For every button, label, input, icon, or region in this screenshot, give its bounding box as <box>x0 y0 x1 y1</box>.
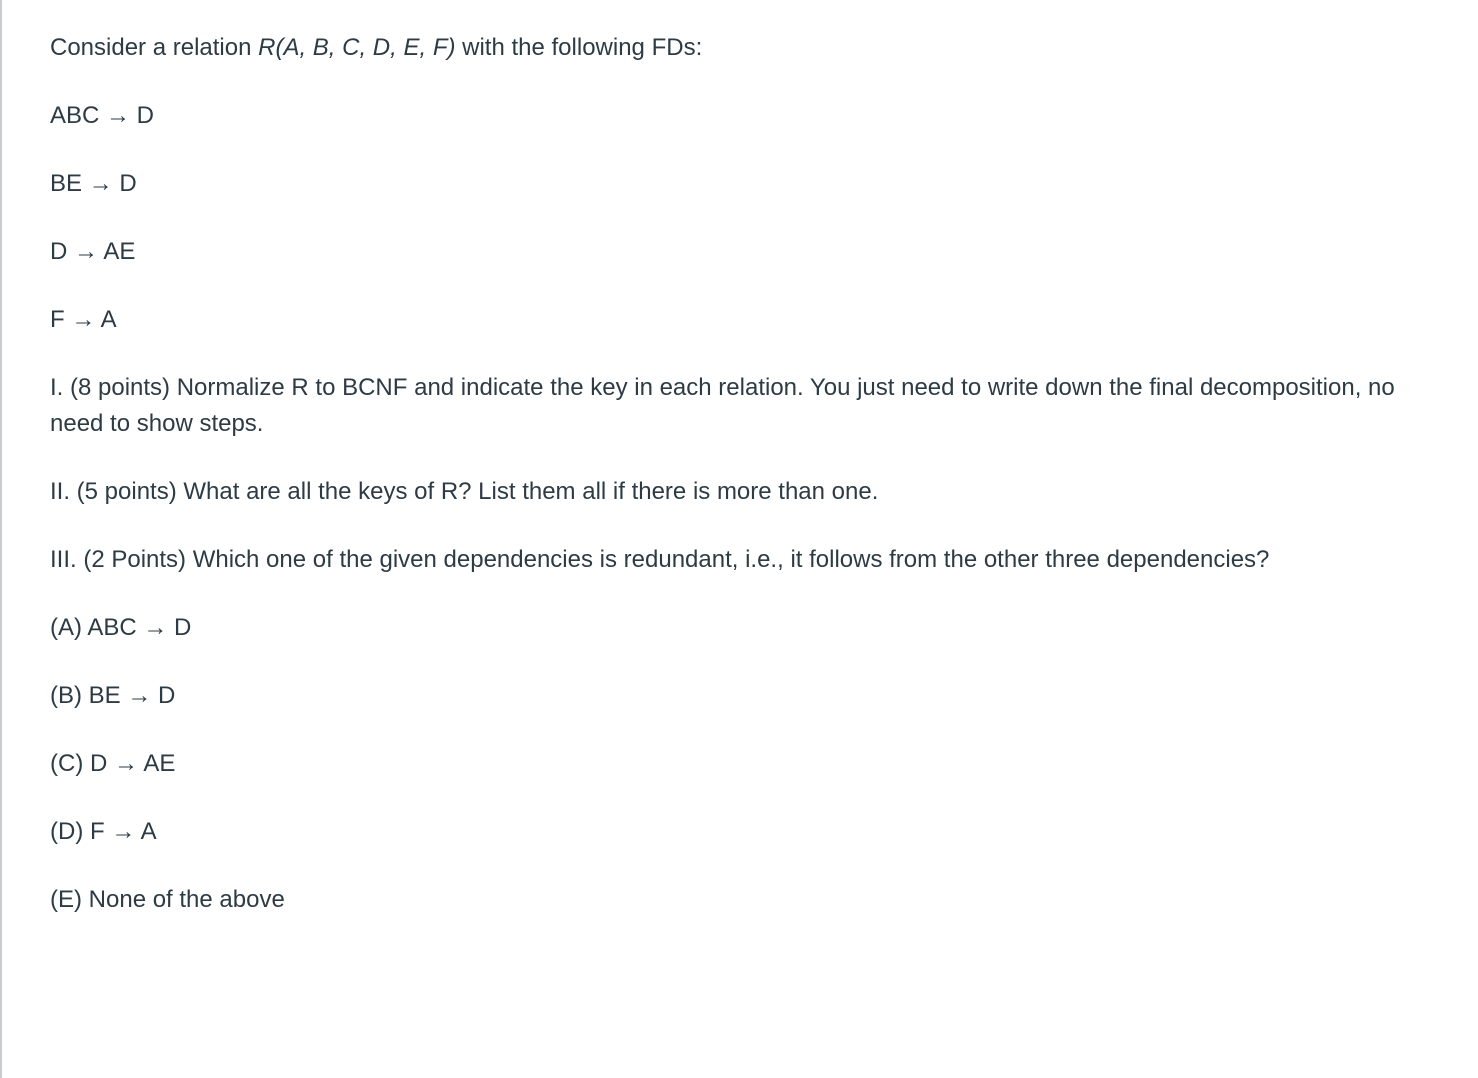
choice-e: (E) None of the above <box>50 882 1430 918</box>
fd-item: D → AE <box>50 234 1430 270</box>
question-intro: Consider a relation R(A, B, C, D, E, F) … <box>50 30 1430 66</box>
part-1: I. (8 points) Normalize R to BCNF and in… <box>50 370 1430 442</box>
part-3: III. (2 Points) Which one of the given d… <box>50 542 1430 578</box>
choice-b: (B) BE → D <box>50 678 1430 714</box>
choice-d: (D) F → A <box>50 814 1430 850</box>
relation-name: R(A, B, C, D, E, F) <box>258 34 455 61</box>
fd-item: ABC → D <box>50 98 1430 134</box>
intro-suffix: with the following FDs: <box>455 34 702 61</box>
intro-prefix: Consider a relation <box>50 34 258 61</box>
choice-a: (A) ABC → D <box>50 610 1430 646</box>
fd-item: BE → D <box>50 166 1430 202</box>
fd-list: ABC → D BE → D D → AE F → A <box>50 98 1430 338</box>
choice-c: (C) D → AE <box>50 746 1430 782</box>
fd-item: F → A <box>50 302 1430 338</box>
question-container: Consider a relation R(A, B, C, D, E, F) … <box>0 0 1478 1078</box>
part-2: II. (5 points) What are all the keys of … <box>50 474 1430 510</box>
